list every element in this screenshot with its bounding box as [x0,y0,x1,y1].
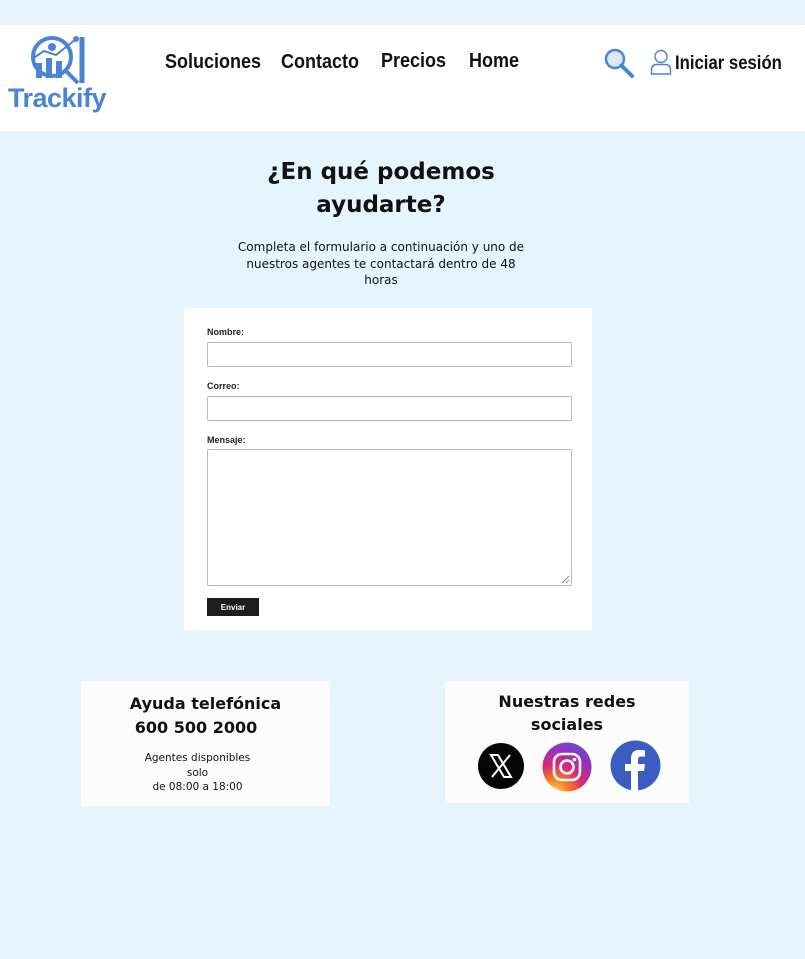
logo-text: Trackify [8,83,107,113]
page-subtitle: Completa el formulario a continuación y … [231,239,531,289]
contact-form: Nombre: Correo: Mensaje: Enviar [184,308,592,630]
submit-button[interactable]: Enviar [207,598,259,616]
email-label: Correo: [207,381,240,391]
phone-hours: Agentes disponibles solo de 08:00 a 18:0… [73,751,322,795]
phone-hours-line2: solo [186,766,209,779]
page-subtitle-line2: nuestros agentes te contactará dentro de… [246,256,516,288]
message-label: Mensaje: [207,435,246,445]
nav-home[interactable]: Home [469,50,519,73]
phone-hours-line1: Agentes disponibles [144,752,251,764]
x-icon[interactable] [477,742,525,790]
header: Trackify Soluciones Contacto Precios Hom… [0,25,805,131]
search-icon[interactable] [603,47,635,79]
nav-soluciones[interactable]: Soluciones [165,51,261,74]
name-field[interactable] [207,342,572,367]
page-title-line2: ayudarte? [316,192,446,218]
trackify-logo[interactable]: Trackify [8,33,110,123]
phone-help-card: Ayuda telefónica 600 500 2000 Agentes di… [81,681,330,806]
social-card: Nuestras redes sociales [445,681,689,803]
logo-graphic-icon [31,36,85,85]
facebook-icon[interactable] [610,740,661,791]
email-field[interactable] [207,396,572,421]
nav-contacto[interactable]: Contacto [281,51,359,74]
user-icon[interactable] [650,49,672,75]
page-subtitle-line1: Completa el formulario a continuación y … [237,240,525,254]
message-field[interactable] [207,449,572,586]
nav-precios[interactable]: Precios [381,50,446,73]
page-title: ¿En qué podemos ayudarte? [231,156,531,222]
instagram-icon[interactable] [542,742,592,792]
phone-hours-line3: de 08:00 a 18:00 [152,781,243,793]
page-title-line1: ¿En qué podemos [267,159,495,185]
resize-grip-icon[interactable] [560,574,570,584]
social-title-line2: sociales [530,715,604,734]
phone-help-title: Ayuda telefónica [129,694,282,713]
name-label: Nombre: [207,327,245,337]
phone-number: 600 500 2000 [134,718,258,737]
login-link[interactable]: Iniciar sesión [675,53,782,75]
social-title-line1: Nuestras redes [498,692,636,711]
social-title: Nuestras redes sociales [445,690,689,736]
